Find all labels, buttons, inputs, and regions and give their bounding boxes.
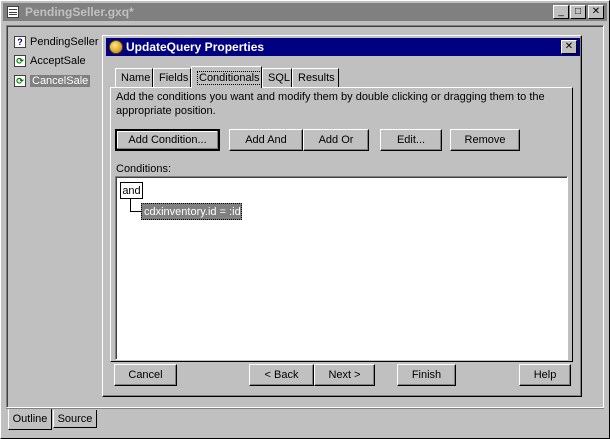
outline-item-pendingseller[interactable]: ? PendingSeller	[14, 33, 99, 51]
tree-node-and[interactable]: and	[120, 182, 143, 199]
close-button[interactable]: ✕	[588, 5, 604, 19]
next-button[interactable]: Next >	[314, 364, 375, 386]
add-or-button[interactable]: Add Or	[303, 129, 369, 151]
query-icon: ?	[14, 36, 26, 48]
outline-item-label: PendingSeller	[30, 36, 99, 48]
dialog-title-bar: UpdateQuery Properties ✕	[106, 38, 580, 56]
instructions-text: Add the conditions you want and modify t…	[116, 91, 545, 117]
add-and-button[interactable]: Add And	[229, 129, 303, 151]
action-icon: ⟳	[14, 75, 26, 87]
conditions-label: Conditions:	[116, 163, 172, 175]
dialog-close-button[interactable]: ✕	[561, 40, 577, 54]
edit-button[interactable]: Edit...	[380, 129, 442, 151]
maximize-button[interactable]: □	[570, 5, 586, 19]
finish-button[interactable]: Finish	[397, 364, 456, 386]
cancel-button[interactable]: Cancel	[114, 364, 177, 386]
tree-node-label: and	[122, 184, 141, 197]
tab-conditionals[interactable]: Conditionals	[191, 66, 262, 88]
tab-sql[interactable]: SQL	[262, 68, 292, 87]
window-icon	[7, 6, 19, 18]
dialog-title: UpdateQuery Properties	[126, 40, 265, 54]
tree-node-condition[interactable]: cdxinventory.id = :id	[141, 203, 242, 220]
remove-button[interactable]: Remove	[450, 129, 520, 151]
outline-item-label: CancelSale	[30, 75, 91, 87]
tab-label: Outline	[12, 413, 48, 425]
outline-item-label: AcceptSale	[30, 55, 86, 67]
tab-label: Name	[121, 72, 151, 84]
tab-label: Conditionals	[197, 70, 262, 85]
action-icon: ⟳	[14, 55, 26, 67]
tab-label: Source	[57, 412, 93, 425]
outline-item-acceptsale[interactable]: ⟳ AcceptSale	[14, 52, 86, 70]
bottom-tab-bar	[6, 408, 604, 409]
minimize-button[interactable]: _	[553, 5, 569, 19]
dialog-icon	[109, 40, 123, 54]
tab-source[interactable]: Source	[53, 410, 97, 428]
add-condition-button[interactable]: Add Condition...	[115, 129, 220, 151]
outline-item-cancelsale[interactable]: ⟳ CancelSale	[14, 72, 91, 90]
tab-results[interactable]: Results	[292, 68, 339, 87]
window-title-bar: PendingSeller.gxq* _ □ ✕	[3, 3, 607, 21]
tree-node-label: cdxinventory.id = :id	[144, 205, 241, 218]
tab-label: Results	[298, 72, 335, 84]
window-title: PendingSeller.gxq*	[25, 5, 134, 19]
tab-outline[interactable]: Outline	[8, 409, 52, 430]
tab-name[interactable]: Name	[115, 68, 153, 87]
tab-fields[interactable]: Fields	[153, 68, 191, 87]
back-button[interactable]: < Back	[249, 364, 314, 386]
tab-label: SQL	[268, 72, 291, 84]
help-button[interactable]: Help	[519, 364, 571, 386]
tab-label: Fields	[159, 72, 189, 84]
